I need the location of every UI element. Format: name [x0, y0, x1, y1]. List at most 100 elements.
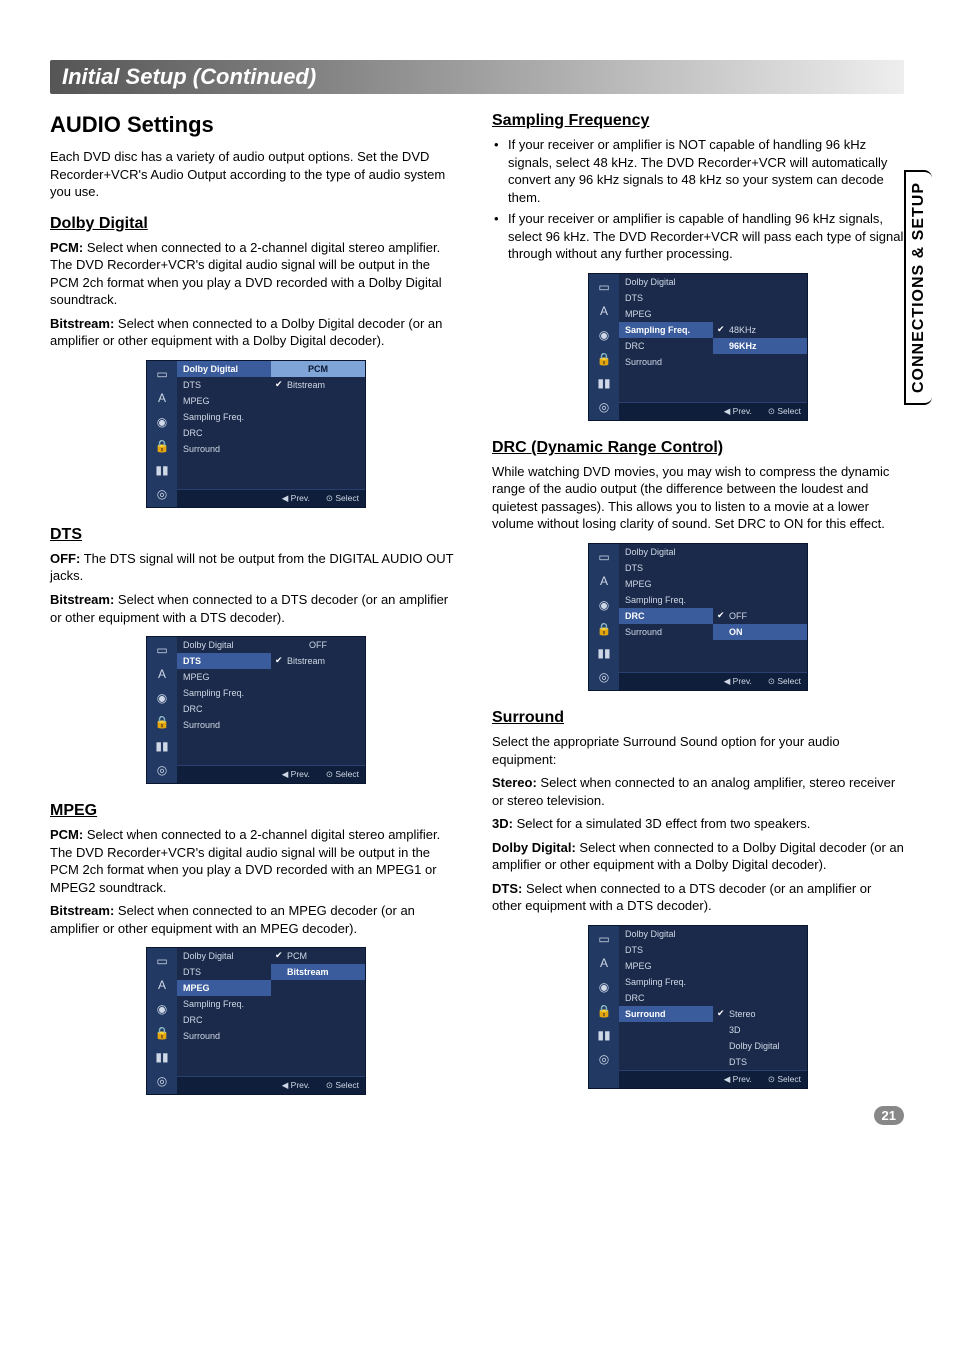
menu-item[interactable]: DRC	[619, 338, 713, 354]
check-icon: ✔	[275, 950, 283, 961]
surround-3d-para: 3D: Select for a simulated 3D effect fro…	[492, 815, 904, 833]
menu-item[interactable]: Sampling Freq.	[619, 974, 713, 990]
dolby-pcm-para: PCM: Select when connected to a 2-channe…	[50, 239, 462, 309]
footer-prev[interactable]: ◀ Prev.	[280, 769, 310, 780]
surround-dts-text: Select when connected to a DTS decoder (…	[492, 881, 871, 914]
surround-dd-label: Dolby Digital:	[492, 840, 576, 855]
surround-dd-para: Dolby Digital: Select when connected to …	[492, 839, 904, 874]
language-icon: A	[151, 665, 173, 683]
menu-item[interactable]: Dolby Digital	[619, 274, 713, 290]
language-icon: A	[593, 302, 615, 320]
audio-icon: ◉	[593, 326, 615, 344]
menu-item[interactable]: MPEG	[619, 306, 713, 322]
menu-item[interactable]: Sampling Freq.	[177, 685, 271, 701]
menu-item[interactable]: Surround	[177, 1028, 271, 1044]
dolby-pcm-text: Select when connected to a 2-channel dig…	[50, 240, 442, 308]
tv-icon: ▭	[151, 952, 173, 970]
footer-prev[interactable]: ◀ Prev.	[722, 406, 752, 417]
dts-off-para: OFF: The DTS signal will not be output f…	[50, 550, 462, 585]
surround-dts-label: DTS:	[492, 881, 522, 896]
menu-item[interactable]: DRC	[619, 608, 713, 624]
menu-item[interactable]: Surround	[619, 354, 713, 370]
menu-item[interactable]: DRC	[177, 1012, 271, 1028]
option-bitstream[interactable]: ✔ Bitstream	[271, 653, 365, 669]
menu-item[interactable]: DRC	[177, 701, 271, 717]
option-drc-on[interactable]: ON	[713, 624, 807, 640]
surround-menu: ▭ A ◉ 🔒 ▮▮ ◎ Dolby Digital DTS MPEG Samp…	[588, 925, 808, 1089]
menu-item[interactable]: Sampling Freq.	[619, 322, 713, 338]
footer-select[interactable]: ⊙ Select	[766, 1074, 801, 1085]
page-number-wrap: 21	[874, 1106, 904, 1125]
menu-item[interactable]: Sampling Freq.	[177, 996, 271, 1012]
lock-icon: 🔒	[151, 713, 173, 731]
footer-prev[interactable]: ◀ Prev.	[280, 493, 310, 504]
menu-item[interactable]: DTS	[619, 942, 713, 958]
footer-select[interactable]: ⊙ Select	[766, 406, 801, 417]
menu-item[interactable]: DTS	[177, 377, 271, 393]
footer-select[interactable]: ⊙ Select	[324, 769, 359, 780]
sampling-bullet-1: If your receiver or amplifier is NOT cap…	[492, 136, 904, 206]
drc-text: While watching DVD movies, you may wish …	[492, 463, 904, 533]
page-number: 21	[874, 1106, 904, 1125]
footer-prev[interactable]: ◀ Prev.	[722, 1074, 752, 1085]
language-icon: A	[593, 572, 615, 590]
menu-item[interactable]: MPEG	[619, 576, 713, 592]
check-icon: ✔	[275, 379, 283, 390]
recording-icon: ▮▮	[151, 737, 173, 755]
menu-item[interactable]: MPEG	[619, 958, 713, 974]
menu-item[interactable]: Dolby Digital	[177, 948, 271, 964]
menu-item[interactable]: DTS	[177, 653, 271, 669]
menu-item[interactable]: DTS	[619, 290, 713, 306]
menu-item[interactable]: MPEG	[177, 393, 271, 409]
lock-icon: 🔒	[151, 1024, 173, 1042]
menu-item[interactable]: Surround	[177, 717, 271, 733]
check-icon: ✔	[275, 655, 283, 666]
option-off[interactable]: OFF	[271, 637, 365, 653]
menu-item[interactable]: DRC	[177, 425, 271, 441]
footer-prev[interactable]: ◀ Prev.	[722, 676, 752, 687]
dts-off-text: The DTS signal will not be output from t…	[50, 551, 453, 584]
option-bitstream[interactable]: ✔Bitstream	[271, 377, 365, 393]
recording-icon: ▮▮	[593, 1026, 615, 1044]
menu-item[interactable]: Dolby Digital	[177, 637, 271, 653]
mpeg-pcm-label: PCM:	[50, 827, 83, 842]
drc-menu: ▭ A ◉ 🔒 ▮▮ ◎ Dolby Digital DTS MPEG Samp…	[588, 543, 808, 691]
menu-item[interactable]: DTS	[619, 560, 713, 576]
option-label: 48KHz	[729, 325, 756, 335]
menu-item[interactable]: DTS	[177, 964, 271, 980]
footer-select[interactable]: ⊙ Select	[324, 1080, 359, 1091]
surround-stereo-label: Stereo:	[492, 775, 537, 790]
menu-item[interactable]: MPEG	[177, 980, 271, 996]
option-label: Bitstream	[287, 656, 325, 666]
menu-item[interactable]: Surround	[619, 624, 713, 640]
menu-item[interactable]: Sampling Freq.	[619, 592, 713, 608]
footer-select[interactable]: ⊙ Select	[324, 493, 359, 504]
lock-icon: 🔒	[593, 1002, 615, 1020]
option-drc-off[interactable]: ✔OFF	[713, 608, 807, 624]
option-dts[interactable]: DTS	[713, 1054, 807, 1070]
drc-heading: DRC (Dynamic Range Control)	[492, 439, 904, 457]
menu-item[interactable]: Surround	[619, 1006, 713, 1022]
dolby-heading: Dolby Digital	[50, 215, 462, 233]
recording-icon: ▮▮	[151, 461, 173, 479]
menu-item[interactable]: DRC	[619, 990, 713, 1006]
menu-item[interactable]: Dolby Digital	[177, 361, 271, 377]
option-48khz[interactable]: ✔48KHz	[713, 322, 807, 338]
surround-heading: Surround	[492, 709, 904, 727]
option-label: OFF	[729, 611, 747, 621]
option-96khz[interactable]: 96KHz	[713, 338, 807, 354]
tv-icon: ▭	[593, 548, 615, 566]
recording-icon: ▮▮	[151, 1048, 173, 1066]
footer-select[interactable]: ⊙ Select	[766, 676, 801, 687]
option-3d[interactable]: 3D	[713, 1022, 807, 1038]
menu-item[interactable]: MPEG	[177, 669, 271, 685]
menu-item[interactable]: Sampling Freq.	[177, 409, 271, 425]
footer-prev[interactable]: ◀ Prev.	[280, 1080, 310, 1091]
option-bitstream[interactable]: Bitstream	[271, 964, 365, 980]
menu-item[interactable]: Surround	[177, 441, 271, 457]
option-pcm[interactable]: ✔PCM	[271, 948, 365, 964]
option-stereo[interactable]: ✔Stereo	[713, 1006, 807, 1022]
menu-item[interactable]: Dolby Digital	[619, 926, 713, 942]
option-dolby[interactable]: Dolby Digital	[713, 1038, 807, 1054]
menu-item[interactable]: Dolby Digital	[619, 544, 713, 560]
